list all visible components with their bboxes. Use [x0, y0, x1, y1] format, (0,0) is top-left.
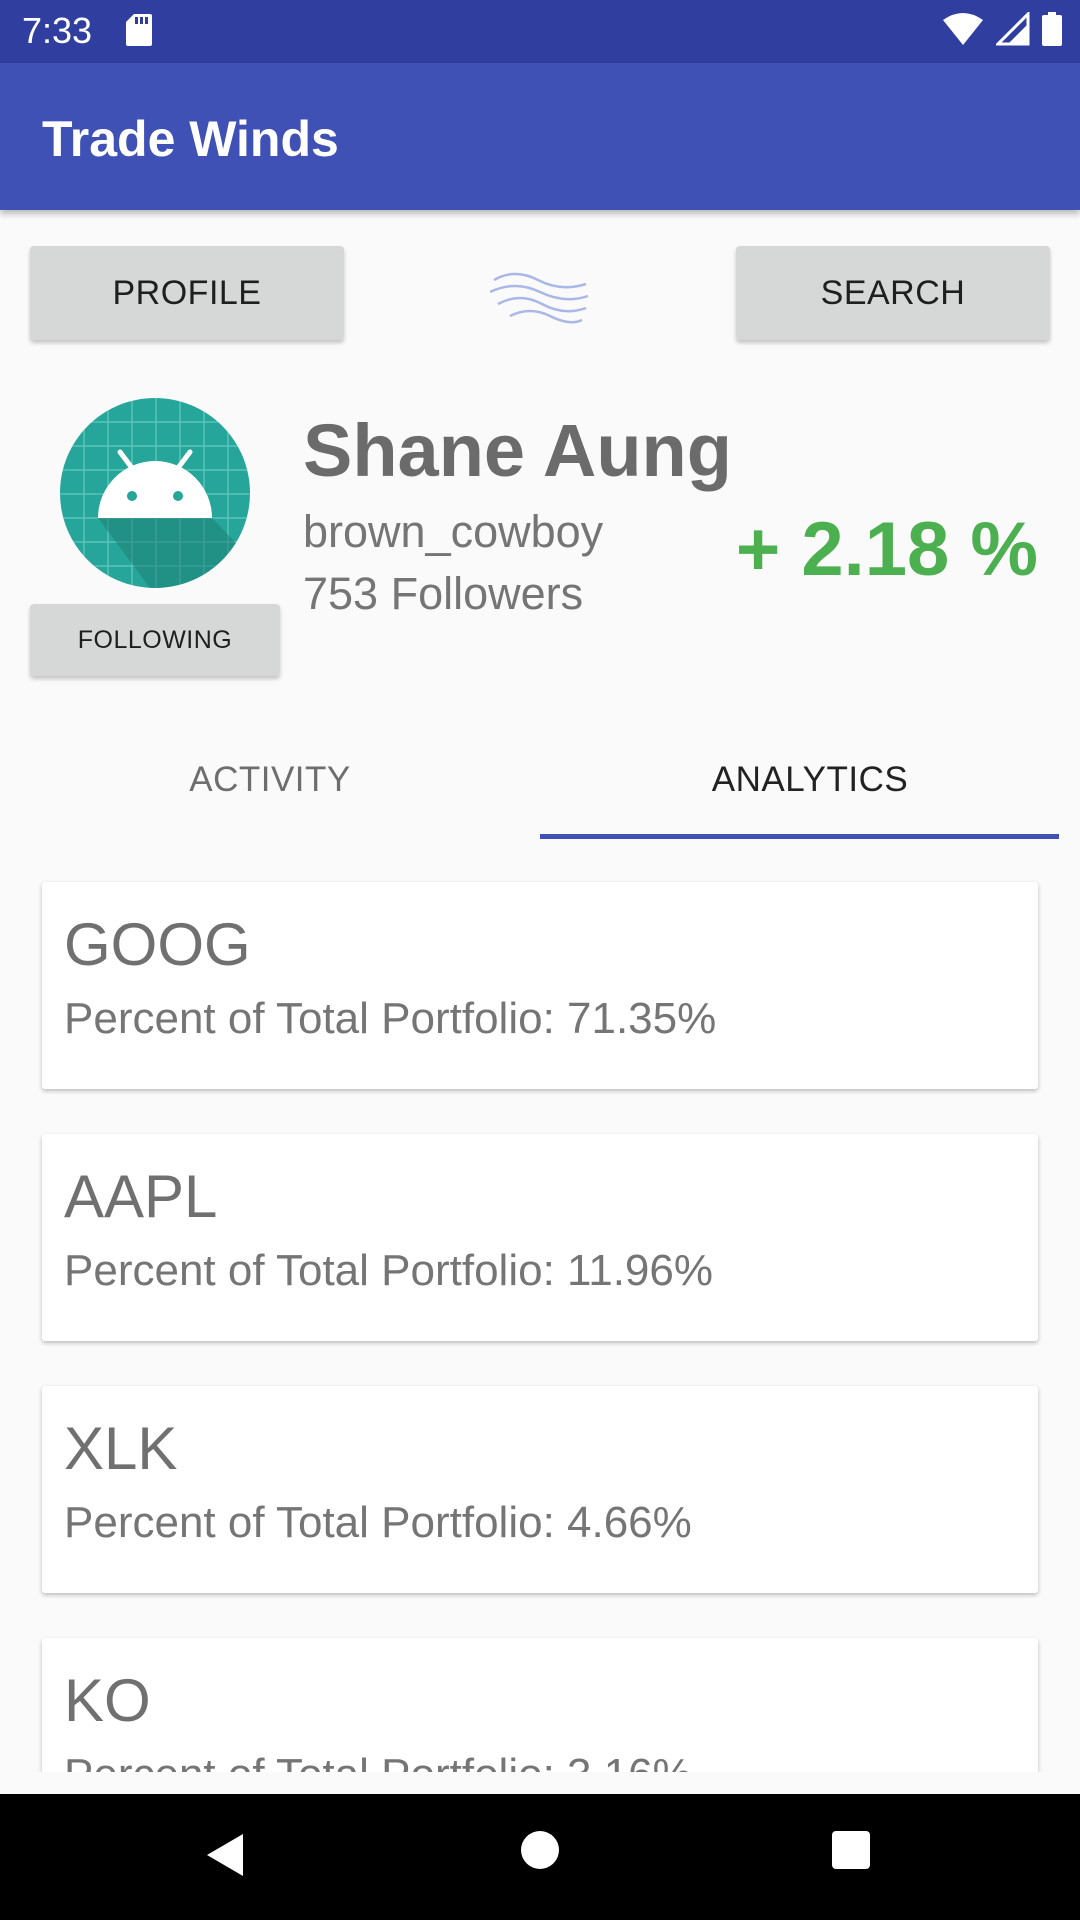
list-item[interactable]: AAPL Percent of Total Portfolio: 11.96% — [42, 1134, 1038, 1341]
holding-percent: Percent of Total Portfolio: 4.66% — [64, 1498, 692, 1547]
status-bar: 7:33 — [0, 0, 1080, 63]
tab-analytics[interactable]: ANALYTICS — [540, 720, 1080, 840]
holdings-list[interactable]: GOOG Percent of Total Portfolio: 71.35% … — [0, 860, 1080, 1772]
wind-icon — [489, 266, 590, 331]
holding-symbol: GOOG — [64, 911, 251, 978]
user-handle: brown_cowboy — [303, 506, 604, 557]
back-icon[interactable] — [205, 1832, 245, 1883]
portfolio-gain: + 2.18 % — [735, 507, 1038, 592]
signal-icon — [993, 10, 1030, 46]
list-item[interactable]: GOOG Percent of Total Portfolio: 71.35% — [42, 882, 1038, 1089]
sd-card-icon — [126, 14, 152, 51]
recents-icon[interactable] — [832, 1831, 870, 1869]
app-title: Trade Winds — [42, 111, 339, 167]
following-button[interactable]: FOLLOWING — [30, 604, 280, 676]
holding-symbol: KO — [64, 1667, 151, 1734]
tab-activity[interactable]: ACTIVITY — [0, 720, 540, 840]
app-bar: Trade Winds — [0, 63, 1080, 210]
status-icons — [935, 10, 1062, 46]
tab-indicator — [540, 834, 1059, 839]
profile-button[interactable]: PROFILE — [30, 246, 344, 340]
follower-count: 753 Followers — [303, 568, 584, 619]
list-item[interactable]: KO Percent of Total Portfolio: 3.16% — [42, 1638, 1038, 1772]
avatar — [60, 398, 250, 588]
wifi-icon — [943, 13, 984, 45]
status-time: 7:33 — [22, 10, 93, 51]
navigation-bar — [0, 1794, 1080, 1920]
holding-symbol: AAPL — [64, 1163, 218, 1230]
search-button[interactable]: SEARCH — [736, 246, 1050, 340]
holding-percent: Percent of Total Portfolio: 3.16% — [64, 1750, 692, 1772]
user-name: Shane Aung — [303, 409, 732, 492]
android-icon — [60, 398, 250, 588]
home-icon[interactable] — [521, 1831, 559, 1869]
holding-percent: Percent of Total Portfolio: 71.35% — [64, 994, 717, 1043]
holding-percent: Percent of Total Portfolio: 11.96% — [64, 1246, 713, 1295]
holding-symbol: XLK — [64, 1415, 178, 1482]
list-item[interactable]: XLK Percent of Total Portfolio: 4.66% — [42, 1386, 1038, 1593]
battery-icon — [1042, 12, 1062, 46]
